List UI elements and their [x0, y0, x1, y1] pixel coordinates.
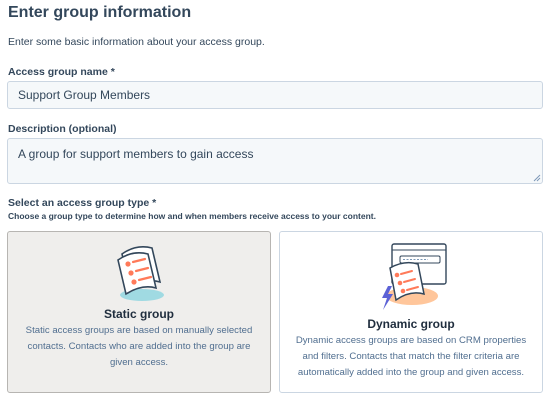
- group-type-hint: Choose a group type to determine how and…: [8, 211, 376, 221]
- static-group-description: Static access groups are based on manual…: [25, 325, 253, 368]
- access-group-name-input[interactable]: [7, 81, 543, 109]
- dynamic-group-description: Dynamic access groups are based on CRM p…: [295, 335, 527, 378]
- dynamic-list-illustration-icon: [382, 243, 447, 310]
- description-label: Description (optional): [8, 123, 117, 135]
- static-group-card[interactable]: Static group Static access groups are ba…: [7, 231, 271, 393]
- description-textarea[interactable]: A group for support members to gain acce…: [7, 138, 543, 184]
- static-group-title: Static group: [103, 307, 174, 321]
- dynamic-group-title: Dynamic group: [367, 317, 455, 331]
- page-title: Enter group information: [8, 4, 192, 21]
- static-list-illustration-icon: [117, 246, 164, 301]
- group-type-label: Select an access group type *: [8, 197, 157, 209]
- resize-handle-icon[interactable]: [533, 174, 541, 182]
- page-subtitle: Enter some basic information about your …: [8, 36, 265, 48]
- dynamic-group-card[interactable]: Dynamic group Dynamic access groups are …: [279, 231, 543, 393]
- access-group-name-label: Access group name *: [8, 66, 115, 78]
